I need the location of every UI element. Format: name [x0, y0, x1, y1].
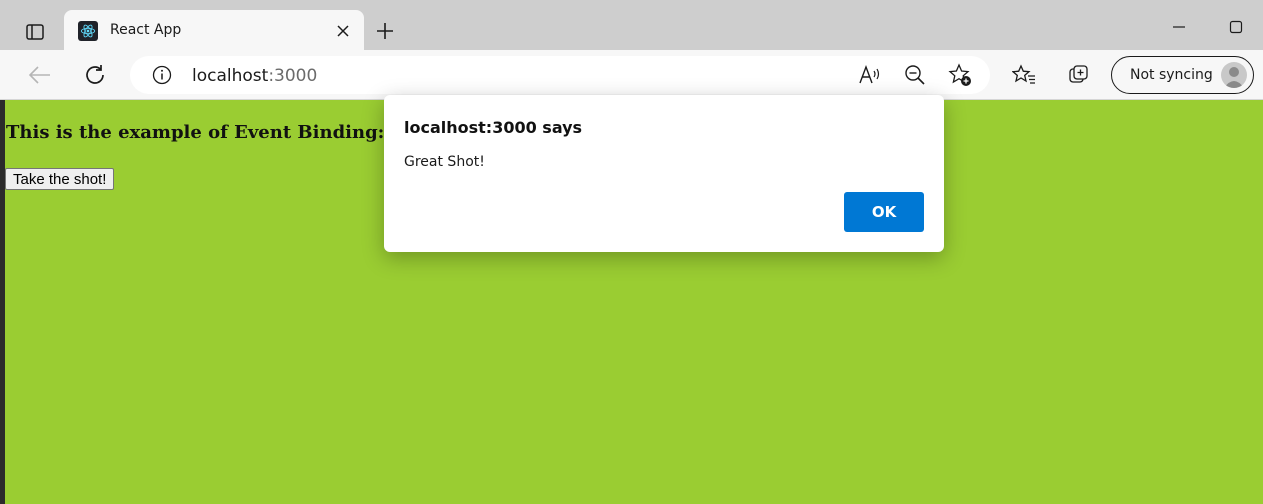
dialog-title: localhost:3000 says: [404, 118, 583, 137]
alert-dialog: localhost:3000 says Great Shot! OK: [384, 95, 944, 252]
left-edge-strip: [0, 100, 5, 504]
read-aloud-icon[interactable]: [858, 64, 882, 86]
favorites-icon[interactable]: [1008, 59, 1040, 91]
tab-strip: React App: [0, 0, 1263, 52]
profile-sync-button[interactable]: Not syncing: [1111, 56, 1254, 94]
browser-toolbar: localhost:3000 Not syncing: [0, 50, 1263, 100]
active-tab[interactable]: React App: [64, 10, 364, 52]
dialog-message: Great Shot!: [404, 154, 485, 170]
address-bar[interactable]: localhost:3000: [130, 56, 990, 94]
minimize-icon[interactable]: [1164, 12, 1194, 42]
avatar: [1221, 62, 1247, 88]
take-shot-button[interactable]: Take the shot!: [5, 168, 115, 190]
tab-title: React App: [110, 22, 182, 38]
refresh-icon[interactable]: [79, 59, 111, 91]
url-text: localhost:3000: [192, 66, 317, 86]
collections-icon[interactable]: [1063, 59, 1095, 91]
url-port: :3000: [268, 66, 318, 86]
back-arrow-icon[interactable]: [24, 59, 56, 91]
add-favorite-icon[interactable]: [948, 63, 972, 87]
site-info-icon[interactable]: [152, 65, 172, 85]
ok-button[interactable]: OK: [844, 192, 924, 232]
tab-close-icon[interactable]: [332, 20, 354, 42]
sync-status-label: Not syncing: [1130, 67, 1213, 83]
tab-actions-icon[interactable]: [18, 16, 52, 48]
maximize-icon[interactable]: [1221, 12, 1251, 42]
react-logo-icon: [78, 21, 98, 41]
new-tab-icon[interactable]: [370, 16, 400, 46]
zoom-out-icon[interactable]: [904, 64, 926, 86]
page-heading: This is the example of Event Binding:: [6, 122, 385, 143]
url-host: localhost: [192, 66, 269, 86]
